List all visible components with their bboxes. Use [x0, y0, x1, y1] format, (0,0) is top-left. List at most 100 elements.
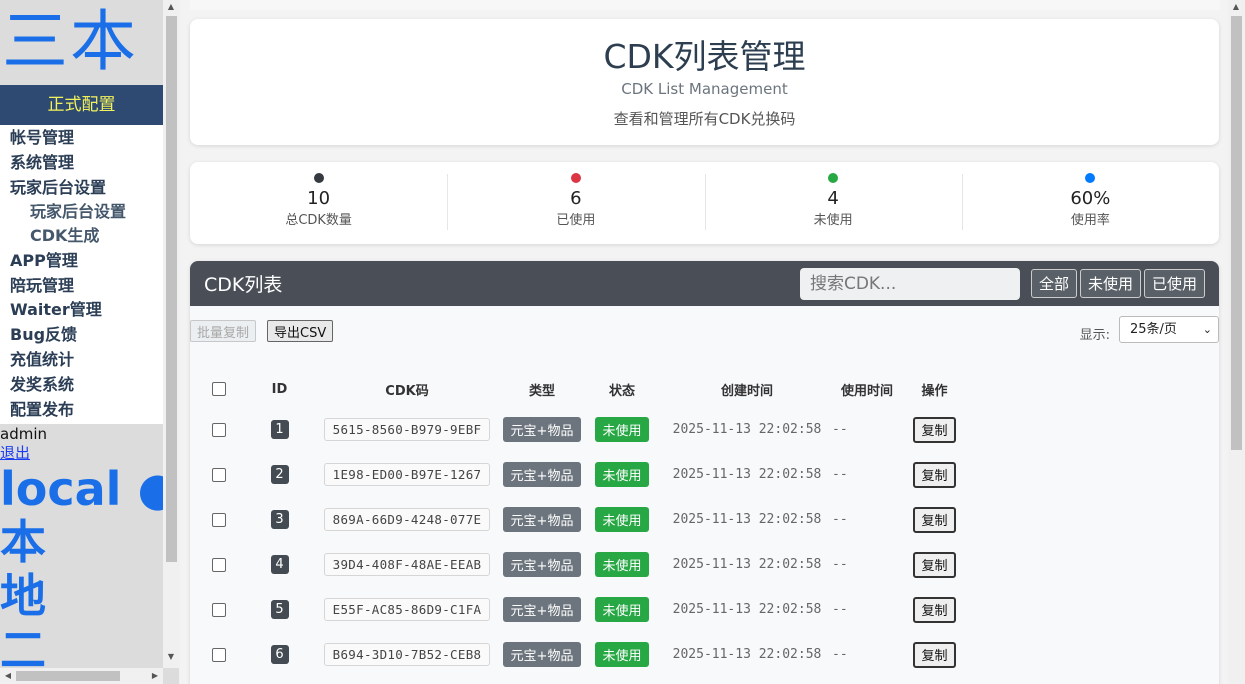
scroll-thumb-horizontal[interactable] — [16, 671, 120, 681]
select-all-checkbox[interactable] — [211, 382, 226, 396]
id-badge: 2 — [270, 465, 289, 484]
scroll-up-icon[interactable]: ▲ — [1228, 2, 1244, 11]
code-cell: B694-3D10-7B52-CEB8 — [312, 632, 502, 677]
col-spacer — [967, 371, 1219, 407]
status-dot-icon — [313, 173, 324, 183]
copy-button[interactable]: 复制 — [913, 596, 956, 623]
row-checkbox[interactable] — [211, 557, 226, 572]
status-cell: 未使用 — [582, 542, 662, 587]
type-cell: 元宝+物品 — [502, 587, 582, 632]
created-time: 2025-11-13 22:02:58 — [672, 467, 822, 482]
type-badge: 元宝+物品 — [502, 507, 582, 532]
header-card: CDK列表管理 CDK List Management 查看和管理所有CDK兑换… — [190, 19, 1219, 145]
code-cell: E55F-AC85-86D9-C1FA — [312, 587, 502, 632]
action-cell: 复制 — [902, 497, 967, 542]
copy-button[interactable]: 复制 — [913, 641, 956, 668]
status-dot-icon — [1085, 173, 1096, 183]
type-badge: 元宝+物品 — [502, 597, 582, 622]
action-cell: 复制 — [902, 452, 967, 497]
scroll-thumb[interactable] — [166, 16, 177, 562]
status-badge: 未使用 — [595, 552, 649, 577]
status-badge: 未使用 — [595, 462, 649, 487]
sidebar: 三本 正式配置 帐号管理 系统管理 玩家后台设置 玩家后台设置 CDK生成 APP管理 陪玩… — [0, 0, 163, 668]
row-select-cell — [190, 542, 247, 587]
id-cell: 2 — [247, 452, 312, 497]
scroll-thumb[interactable] — [1231, 16, 1242, 450]
scroll-right-icon[interactable]: ▶ — [147, 671, 163, 680]
stat-item: 4 未使用 — [704, 162, 962, 244]
batch-copy-button[interactable]: 批量复制 — [190, 320, 257, 342]
table-header-row: ID CDK码 类型 状态 创建时间 使用时间 操作 — [190, 371, 1219, 407]
sidebar-item[interactable]: CDK生成 — [0, 224, 163, 248]
sidebar-menu: 帐号管理 系统管理 玩家后台设置 玩家后台设置 CDK生成 APP管理 陪玩管理 Waiter… — [0, 125, 163, 424]
sidebar-item[interactable]: 配置发布 — [0, 397, 163, 422]
per-page-select[interactable]: 25条/页 ⌄ — [1119, 316, 1219, 343]
stat-label: 使用率 — [1070, 213, 1110, 228]
stat-label: 未使用 — [813, 213, 853, 228]
logo: 三本 — [2, 3, 138, 80]
sidebar-item[interactable]: 玩家后台设置 — [0, 200, 163, 224]
code-cell: 5615-8560-B979-9EBF — [312, 407, 502, 452]
type-cell: 元宝+物品 — [502, 452, 582, 497]
sidebar-item[interactable]: 帐号管理 — [0, 125, 163, 150]
main-vertical-scrollbar[interactable]: ▲ — [1228, 0, 1245, 684]
spacer-cell — [967, 542, 1219, 587]
copy-button[interactable]: 复制 — [913, 416, 956, 443]
type-cell: 元宝+物品 — [502, 542, 582, 587]
sidebar-item[interactable]: 充值统计 — [0, 347, 163, 372]
scroll-down-icon[interactable]: ▼ — [163, 652, 179, 661]
cdk-code: E55F-AC85-86D9-C1FA — [323, 598, 491, 621]
row-checkbox[interactable] — [211, 647, 226, 662]
list-title: CDK列表 — [204, 274, 283, 296]
code-cell: 39D4-408F-48AE-EEAB — [312, 542, 502, 587]
row-select-cell — [190, 452, 247, 497]
status-cell: 未使用 — [582, 452, 662, 497]
type-cell: 元宝+物品 — [502, 632, 582, 677]
sidebar-item[interactable]: 系统管理 — [0, 150, 163, 175]
scroll-up-icon[interactable]: ▲ — [163, 2, 179, 11]
sidebar-item[interactable]: Bug反馈 — [0, 322, 163, 347]
copy-button[interactable]: 复制 — [913, 506, 956, 533]
filter-unused-button[interactable]: 未使用 — [1079, 269, 1141, 298]
id-badge: 4 — [270, 555, 289, 574]
status-cell: 未使用 — [582, 497, 662, 542]
id-cell: 6 — [247, 632, 312, 677]
main-content: CDK列表管理 CDK List Management 查看和管理所有CDK兑换… — [180, 0, 1228, 684]
status-dot-icon — [570, 173, 581, 183]
row-checkbox[interactable] — [211, 512, 226, 527]
sidebar-item[interactable]: Waiter管理 — [0, 297, 163, 322]
sidebar-item[interactable]: 玩家后台设置 — [0, 175, 163, 200]
stat-label: 已使用 — [556, 213, 596, 228]
used-time: -- — [832, 422, 848, 437]
logout-link[interactable]: 退出 — [0, 443, 163, 463]
row-checkbox[interactable] — [211, 422, 226, 437]
row-checkbox[interactable] — [211, 602, 226, 617]
id-cell: 4 — [247, 542, 312, 587]
cdk-code: 39D4-408F-48AE-EEAB — [323, 553, 491, 576]
sidebar-horizontal-scrollbar[interactable]: ◀ ▶ — [0, 668, 163, 684]
col-created: 创建时间 — [720, 383, 773, 399]
sidebar-item[interactable]: APP管理 — [0, 248, 163, 273]
scroll-left-icon[interactable]: ◀ — [0, 671, 16, 680]
id-cell: 1 — [247, 407, 312, 452]
action-cell: 复制 — [902, 632, 967, 677]
copy-button[interactable]: 复制 — [913, 461, 956, 488]
filter-all-button[interactable]: 全部 — [1030, 269, 1077, 298]
env-label: local ● — [0, 462, 163, 516]
sidebar-item[interactable]: 发奖系统 — [0, 372, 163, 397]
search-input[interactable] — [799, 267, 1020, 300]
table-body: 1 5615-8560-B979-9EBF 元宝+物品 未使用 2025-11-13 2… — [190, 407, 1219, 677]
stat-value: 4 — [827, 188, 839, 209]
stat-value: 10 — [307, 188, 331, 209]
sidebar-vertical-scrollbar[interactable]: ▲ ▼ — [163, 0, 179, 668]
cdk-code: 1E98-ED00-B97E-1267 — [323, 463, 491, 486]
col-action: 操作 — [921, 383, 948, 399]
filter-used-button[interactable]: 已使用 — [1143, 269, 1205, 298]
table-row: 2 1E98-ED00-B97E-1267 元宝+物品 未使用 2025-11-13 2… — [190, 452, 1219, 497]
sidebar-item[interactable]: 陪玩管理 — [0, 273, 163, 298]
type-badge: 元宝+物品 — [502, 642, 582, 667]
page-subtitle: CDK List Management — [621, 80, 788, 98]
row-checkbox[interactable] — [211, 467, 226, 482]
copy-button[interactable]: 复制 — [913, 551, 956, 578]
export-csv-button[interactable]: 导出CSV — [267, 320, 334, 342]
